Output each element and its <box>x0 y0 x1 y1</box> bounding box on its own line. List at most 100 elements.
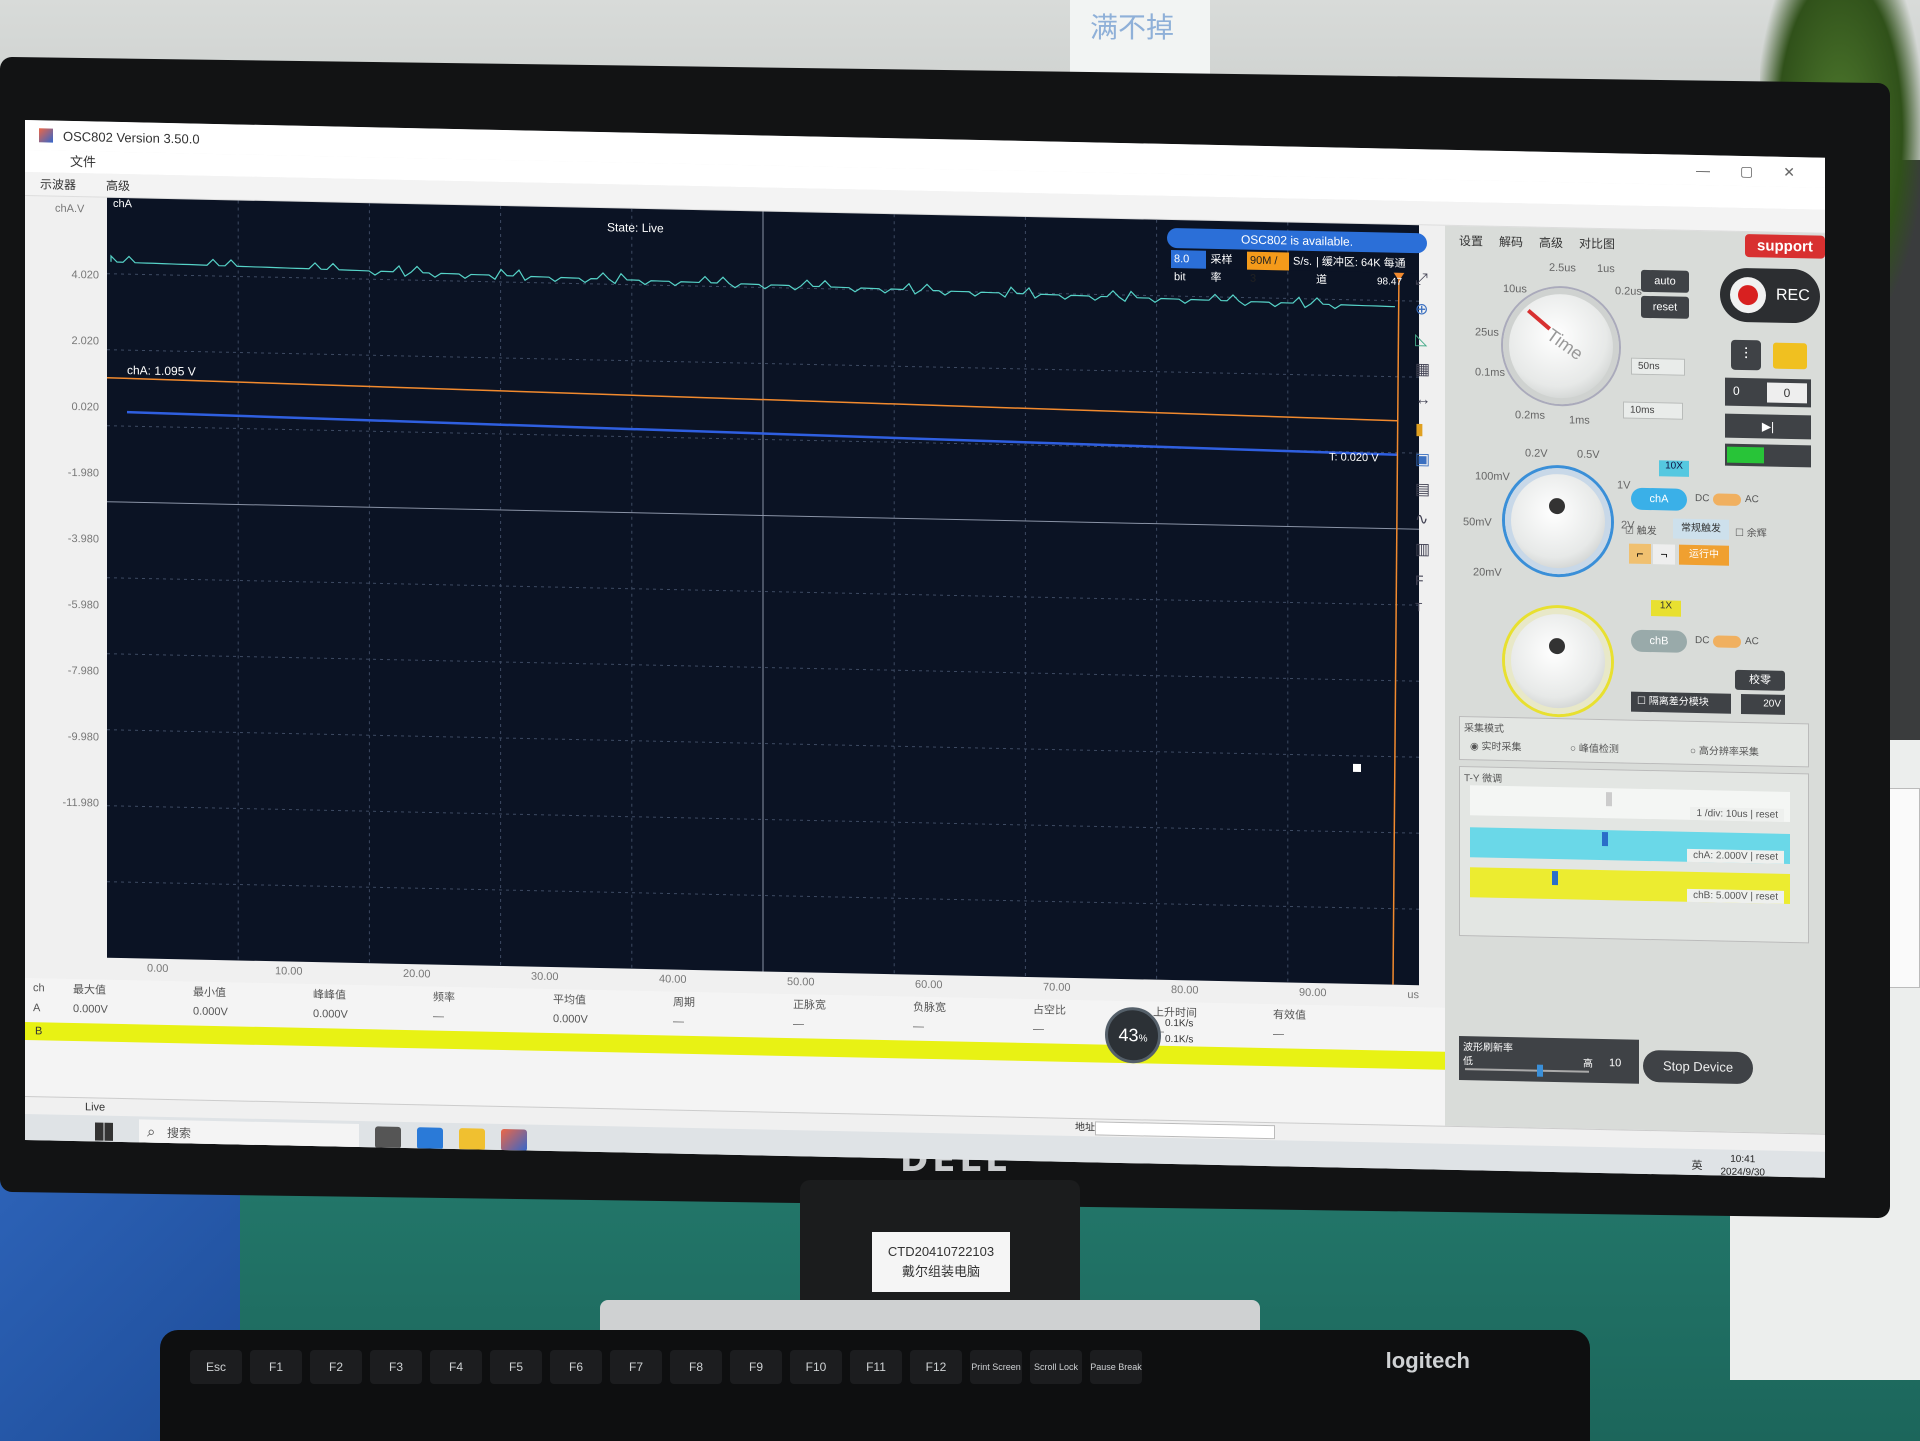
t-icon[interactable]: T <box>1415 595 1441 620</box>
measurement-header: 最小值 <box>193 986 226 1000</box>
refresh-low-label: 低 <box>1463 1056 1473 1068</box>
image-icon[interactable]: ▤ <box>1415 475 1441 506</box>
cha-slider-thumb[interactable] <box>1602 832 1608 847</box>
close-button[interactable]: ✕ <box>1783 163 1795 180</box>
chb-volt-knob[interactable] <box>1505 607 1611 716</box>
keyboard-key: Print Screen <box>970 1350 1022 1384</box>
measurement-value: — <box>1273 1028 1284 1041</box>
osc-app-icon[interactable] <box>501 1128 527 1152</box>
minimize-button[interactable]: — <box>1696 162 1710 179</box>
chb-slider-thumb[interactable] <box>1552 870 1558 886</box>
screen: OSC802 Version 3.50.0 — ▢ ✕ 文件 示波器 高级 ch… <box>25 120 1825 1178</box>
ime-indicator[interactable]: 英 <box>1692 1157 1703 1173</box>
tab-oscilloscope[interactable]: 示波器 <box>40 172 76 196</box>
trigger-mode-button[interactable]: 常规触发 <box>1673 518 1729 540</box>
reset-button[interactable]: reset <box>1641 295 1689 319</box>
acq-mode-realtime[interactable]: ◉ 实时采集 <box>1470 737 1522 753</box>
keyboard-key: F1 <box>250 1350 302 1384</box>
falling-edge-icon[interactable]: ¬ <box>1653 544 1675 565</box>
chb-toggle[interactable]: chB <box>1631 629 1687 653</box>
time-knob[interactable]: Time <box>1503 286 1619 406</box>
waveform-display[interactable]: chA State: Live OSC802 is available. 8.0… <box>107 197 1427 986</box>
measurement-value: 0.000V <box>553 1013 588 1026</box>
time-label-10us: 10us <box>1503 282 1527 296</box>
x-tick: 40.00 <box>659 973 687 986</box>
task-view-icon[interactable] <box>375 1126 401 1149</box>
isolation-module-checkbox[interactable]: ☐ 隔离差分模块 <box>1631 691 1731 714</box>
save-icon[interactable]: ▣ <box>1415 445 1441 476</box>
timebase-fine-slider[interactable]: 1 /div: 10us | reset <box>1470 785 1790 822</box>
table-icon[interactable]: ▥ <box>1415 535 1441 566</box>
measurement-value: 0.000V <box>73 1003 108 1016</box>
scroll-marker <box>1353 763 1361 772</box>
panel-tab-advanced[interactable]: 高级 <box>1539 234 1563 252</box>
calculator-icon[interactable] <box>417 1127 443 1150</box>
stop-device-button[interactable]: Stop Device <box>1643 1049 1753 1085</box>
rising-edge-icon[interactable]: ⌐ <box>1629 543 1651 565</box>
measurement-value: — <box>1145 1025 1265 1040</box>
rate-down: 0.1K/s <box>1165 1033 1194 1046</box>
cha-probe-badge[interactable]: 10X <box>1659 460 1689 477</box>
menu-file[interactable]: 文件 <box>70 154 96 170</box>
cha-toggle[interactable]: chA <box>1631 487 1687 511</box>
triangle-icon[interactable]: ◺ <box>1415 325 1441 356</box>
gauge-percent: 43 <box>1118 1024 1139 1046</box>
panel-tab-settings[interactable]: 设置 <box>1459 232 1483 250</box>
timebase-select-1[interactable]: 50ns <box>1631 357 1685 376</box>
wave-icon[interactable]: ∿ <box>1415 505 1441 536</box>
keyboard-key: F8 <box>670 1350 722 1384</box>
zoom-icon[interactable]: ⊕ <box>1415 295 1441 326</box>
panel-tab-decode[interactable]: 解码 <box>1499 233 1523 251</box>
f-icon[interactable]: F <box>1415 565 1441 596</box>
acq-mode-highres[interactable]: ○ 高分辨率采集 <box>1690 742 1759 758</box>
chb-fine-slider[interactable]: chB: 5.000V | reset <box>1470 867 1790 904</box>
measurement-value: — <box>793 1018 804 1031</box>
app-icon <box>39 128 53 143</box>
acq-mode-peak[interactable]: ○ 峰值检测 <box>1570 739 1619 755</box>
measure-icon[interactable]: ↔ <box>1415 385 1441 416</box>
tab-advanced[interactable]: 高级 <box>106 174 130 198</box>
keyboard-key: F12 <box>910 1350 962 1384</box>
counter-right[interactable]: 0 <box>1767 382 1807 404</box>
equalizer-icon[interactable]: ⫶ <box>1731 339 1761 371</box>
taskbar-clock[interactable]: 10:41 2024/9/30 <box>1721 1153 1766 1178</box>
maximize-button[interactable]: ▢ <box>1740 162 1753 179</box>
chb-coupling-switch[interactable] <box>1713 635 1741 648</box>
cha-fine-slider[interactable]: chA: 2.000V | reset <box>1470 827 1790 864</box>
play-step-button[interactable]: ▶| <box>1725 413 1811 440</box>
gauge-rates: 0.1K/s 0.1K/s <box>1165 1016 1193 1049</box>
refresh-slider-track[interactable] <box>1465 1068 1589 1073</box>
support-button[interactable]: support <box>1745 234 1825 259</box>
timebase-slider-thumb[interactable] <box>1606 792 1612 807</box>
trigger-checkbox[interactable]: ☑ 触发 <box>1625 522 1657 538</box>
rec-label: REC <box>1776 286 1810 305</box>
refresh-slider-thumb[interactable] <box>1537 1064 1543 1077</box>
running-status-button[interactable]: 运行中 <box>1679 544 1729 566</box>
persistence-checkbox[interactable]: ☐ 余辉 <box>1735 524 1767 540</box>
buffer-info: | 缓冲区: 64K 每通道 <box>1316 256 1406 287</box>
measurement-value: 0.000V <box>193 1005 228 1019</box>
x-tick: 0.00 <box>147 962 169 976</box>
cha-label-0_5v: 0.5V <box>1577 448 1600 461</box>
file-explorer-icon[interactable] <box>459 1128 485 1151</box>
chb-probe-badge[interactable]: 1X <box>1651 600 1681 617</box>
state-indicator: State: Live <box>607 220 664 236</box>
windows-start-icon[interactable] <box>95 1122 113 1141</box>
panel-tab-compare[interactable]: 对比图 <box>1579 235 1615 253</box>
cha-coupling-switch[interactable] <box>1713 493 1741 506</box>
histogram-icon[interactable]: ▮ <box>1415 415 1441 446</box>
window-title: OSC802 Version 3.50.0 <box>63 128 200 147</box>
folder-icon[interactable] <box>1773 342 1807 370</box>
isolation-voltage[interactable]: 20V <box>1741 693 1785 715</box>
rec-button[interactable]: REC <box>1720 267 1820 324</box>
x-axis-unit: us <box>1407 988 1419 1002</box>
calibrate-button[interactable]: 校零 <box>1735 669 1785 691</box>
time-label-0_2ms: 0.2ms <box>1515 409 1545 422</box>
auto-button[interactable]: auto <box>1641 269 1689 293</box>
grid-icon[interactable]: ▦ <box>1415 355 1441 386</box>
fit-icon[interactable]: ⤢ <box>1415 265 1441 296</box>
progress-fill <box>1727 446 1764 464</box>
cha-volt-knob[interactable] <box>1505 467 1611 576</box>
timebase-select-2[interactable]: 10ms <box>1623 401 1683 420</box>
measurement-header: 上升时间 <box>1153 1006 1197 1020</box>
